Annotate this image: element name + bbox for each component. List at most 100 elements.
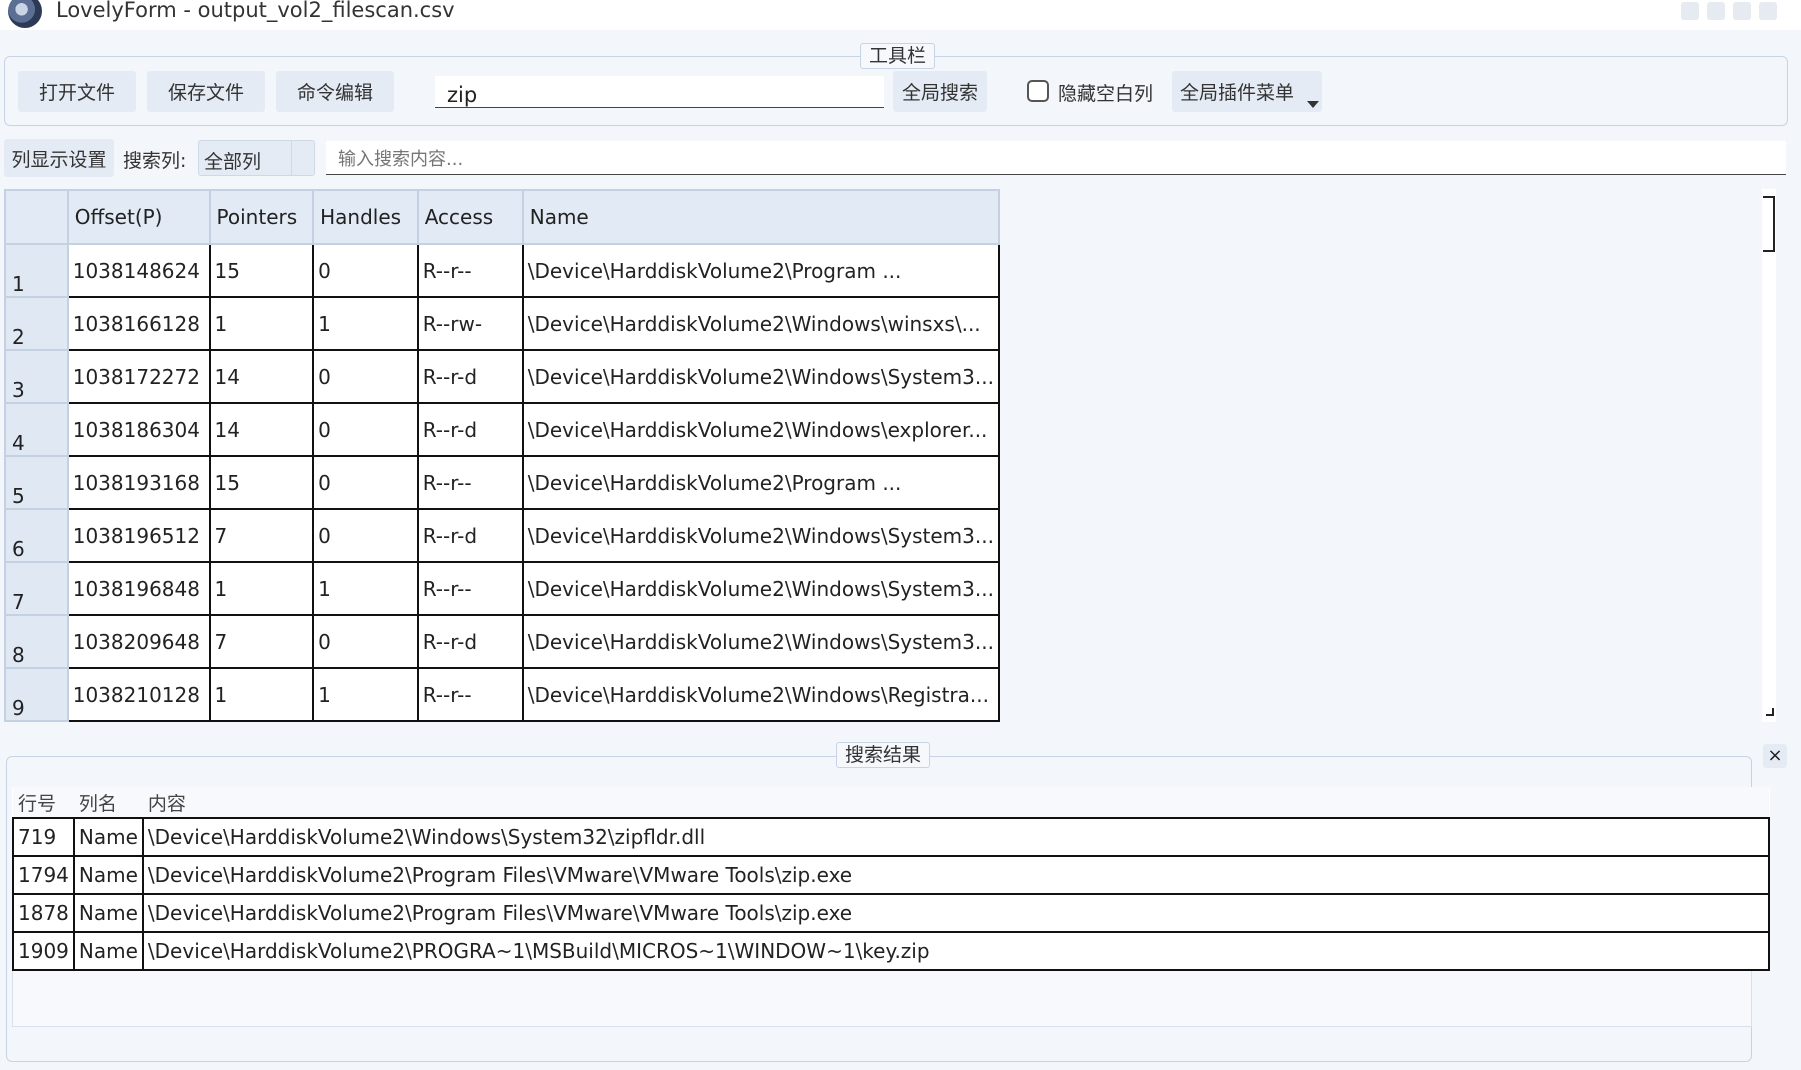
command-edit-button[interactable]: 命令编辑 bbox=[276, 71, 394, 112]
close-results-button[interactable]: × bbox=[1763, 744, 1787, 768]
minimize-button[interactable] bbox=[1681, 2, 1699, 20]
grid-scrollbar-thumb[interactable] bbox=[1763, 196, 1775, 252]
results-column-header[interactable]: 行号 bbox=[13, 787, 74, 818]
result-content[interactable]: \Device\HarddiskVolume2\PROGRA~1\MSBuild… bbox=[141, 931, 1770, 971]
cell-offset[interactable]: 1038196848 bbox=[66, 561, 211, 616]
save-file-button[interactable]: 保存文件 bbox=[147, 71, 265, 112]
result-column[interactable]: Name bbox=[72, 817, 144, 857]
cell-name[interactable]: \Device\HarddiskVolume2\Windows\explorer… bbox=[521, 402, 1000, 457]
row-number[interactable]: 10 bbox=[4, 720, 69, 722]
cell-offset[interactable]: 1038166128 bbox=[66, 296, 211, 351]
cell-access[interactable]: R--r-- bbox=[416, 455, 524, 510]
hide-empty-columns-label[interactable]: 隐藏空白列 bbox=[1058, 79, 1153, 106]
result-row[interactable]: 719 Name \Device\HarddiskVolume2\Windows\S… bbox=[12, 817, 1770, 857]
plugin-menu-dropdown[interactable]: 全局插件菜单 bbox=[1172, 71, 1322, 112]
result-content[interactable]: \Device\HarddiskVolume2\Program Files\VM… bbox=[141, 855, 1770, 895]
cell-name[interactable]: \Device\HarddiskVolume2\Windows\System3.… bbox=[521, 561, 1000, 616]
cell-name[interactable]: \Device\HarddiskVolume2\Windows\System3.… bbox=[521, 614, 1000, 669]
hide-empty-columns-checkbox[interactable] bbox=[1027, 80, 1049, 102]
result-column[interactable]: Name bbox=[72, 931, 144, 971]
cell-offset[interactable]: 1038196512 bbox=[66, 508, 211, 563]
results-column-header[interactable]: 内容 bbox=[142, 787, 1769, 818]
cell-access[interactable]: R--r-- bbox=[416, 243, 524, 298]
table-row[interactable]: 10103822075290R--r-d\Device\HarddiskVolu… bbox=[4, 720, 1000, 722]
result-line[interactable]: 1909 bbox=[12, 931, 75, 971]
result-row[interactable]: 1909 Name \Device\HarddiskVolume2\PROGRA~1… bbox=[12, 931, 1770, 971]
result-line[interactable]: 1878 bbox=[12, 893, 75, 933]
cell-handles[interactable]: 0 bbox=[312, 455, 419, 510]
table-row[interactable]: 5 1038193168 15 0 R--r-- \Device\HarddiskVolu… bbox=[4, 455, 1000, 510]
row-number[interactable]: 2 bbox=[4, 296, 69, 351]
cell-handles[interactable]: 1 bbox=[312, 296, 419, 351]
result-row[interactable]: 1878 Name \Device\HarddiskVolume2\Program … bbox=[12, 893, 1770, 933]
result-content[interactable]: \Device\HarddiskVolume2\Windows\System32… bbox=[141, 817, 1770, 857]
search-column-select[interactable]: 全部列 bbox=[198, 140, 315, 176]
row-number[interactable]: 4 bbox=[4, 402, 69, 457]
cell-access[interactable]: R--r-d bbox=[416, 614, 524, 669]
cell-name[interactable]: \Device\HarddiskVolume2\Program ... bbox=[521, 243, 1000, 298]
cell-offset[interactable]: 1038209648 bbox=[66, 614, 211, 669]
restore-button[interactable] bbox=[1733, 2, 1751, 20]
cell-handles[interactable]: 0 bbox=[312, 614, 419, 669]
column-header[interactable]: Access bbox=[416, 189, 524, 245]
row-number[interactable]: 8 bbox=[4, 614, 69, 669]
column-header[interactable]: Pointers bbox=[208, 189, 315, 245]
cell-pointers[interactable]: 14 bbox=[208, 402, 315, 457]
grid-corner[interactable] bbox=[4, 189, 69, 245]
cell-access[interactable]: R--r-d bbox=[416, 508, 524, 563]
cell-offset[interactable]: 1038193168 bbox=[66, 455, 211, 510]
maximize-button[interactable] bbox=[1707, 2, 1725, 20]
result-row[interactable]: 1794 Name \Device\HarddiskVolume2\Program … bbox=[12, 855, 1770, 895]
cell-pointers[interactable]: 1 bbox=[208, 561, 315, 616]
column-header[interactable]: Offset(P) bbox=[66, 189, 211, 245]
cell-handles[interactable]: 0 bbox=[312, 508, 419, 563]
cell-handles[interactable]: 0 bbox=[312, 243, 419, 298]
table-row[interactable]: 8 1038209648 7 0 R--r-d \Device\HarddiskVolum… bbox=[4, 614, 1000, 669]
cell-name[interactable]: \Device\HarddiskVolume2\Windows\System3.… bbox=[521, 349, 1000, 404]
results-column-header[interactable]: 列名 bbox=[73, 787, 143, 818]
cell-pointers[interactable]: 7 bbox=[208, 508, 315, 563]
table-row[interactable]: 7 1038196848 1 1 R--r-- \Device\HarddiskVolum… bbox=[4, 561, 1000, 616]
cell-handles[interactable]: 0 bbox=[312, 720, 419, 722]
cell-offset[interactable]: 1038172272 bbox=[66, 349, 211, 404]
cell-name[interactable]: \Device\HarddiskVolume2\Windows\System3.… bbox=[521, 508, 1000, 563]
row-number[interactable]: 9 bbox=[4, 667, 69, 722]
table-row[interactable]: 2 1038166128 1 1 R--rw- \Device\HarddiskVolum… bbox=[4, 296, 1000, 351]
cell-access[interactable]: R--r-d bbox=[416, 349, 524, 404]
cell-offset[interactable]: 1038148624 bbox=[66, 243, 211, 298]
cell-pointers[interactable]: 1 bbox=[208, 296, 315, 351]
open-file-button[interactable]: 打开文件 bbox=[18, 71, 136, 112]
global-search-button[interactable]: 全局搜索 bbox=[893, 71, 987, 112]
cell-handles[interactable]: 1 bbox=[312, 667, 419, 722]
table-row[interactable]: 1 1038148624 15 0 R--r-- \Device\HarddiskVolu… bbox=[4, 243, 1000, 298]
cell-pointers[interactable]: 1 bbox=[208, 667, 315, 722]
table-row[interactable]: 6 1038196512 7 0 R--r-d \Device\HarddiskVolum… bbox=[4, 508, 1000, 563]
cell-access[interactable]: R--r-d bbox=[416, 402, 524, 457]
global-search-input[interactable] bbox=[435, 76, 884, 108]
cell-access[interactable]: R--rw- bbox=[416, 296, 524, 351]
cell-handles[interactable]: 1 bbox=[312, 561, 419, 616]
cell-offset[interactable]: 1038220752 bbox=[66, 720, 211, 722]
row-number[interactable]: 1 bbox=[4, 243, 69, 298]
cell-name[interactable]: \Device\HarddiskVolume2\Windows\System3.… bbox=[521, 720, 1000, 722]
cell-pointers[interactable]: 15 bbox=[208, 243, 315, 298]
cell-name[interactable]: \Device\HarddiskVolume2\Windows\Registra… bbox=[521, 667, 1000, 722]
cell-offset[interactable]: 1038210128 bbox=[66, 667, 211, 722]
cell-name[interactable]: \Device\HarddiskVolume2\Windows\winsxs\.… bbox=[521, 296, 1000, 351]
row-number[interactable]: 3 bbox=[4, 349, 69, 404]
cell-handles[interactable]: 0 bbox=[312, 402, 419, 457]
grid-vertical-scrollbar[interactable] bbox=[1762, 189, 1776, 722]
result-line[interactable]: 1794 bbox=[12, 855, 75, 895]
cell-handles[interactable]: 0 bbox=[312, 349, 419, 404]
row-number[interactable]: 7 bbox=[4, 561, 69, 616]
close-window-button[interactable] bbox=[1759, 2, 1777, 20]
column-header[interactable]: Handles bbox=[312, 189, 419, 245]
cell-access[interactable]: R--r-- bbox=[416, 667, 524, 722]
table-row[interactable]: 9 1038210128 1 1 R--r-- \Device\HarddiskVolum… bbox=[4, 667, 1000, 722]
result-line[interactable]: 719 bbox=[12, 817, 75, 857]
result-column[interactable]: Name bbox=[72, 893, 144, 933]
cell-access[interactable]: R--r-- bbox=[416, 561, 524, 616]
cell-pointers[interactable]: 14 bbox=[208, 349, 315, 404]
column-search-input[interactable] bbox=[326, 141, 1786, 175]
cell-pointers[interactable]: 15 bbox=[208, 455, 315, 510]
